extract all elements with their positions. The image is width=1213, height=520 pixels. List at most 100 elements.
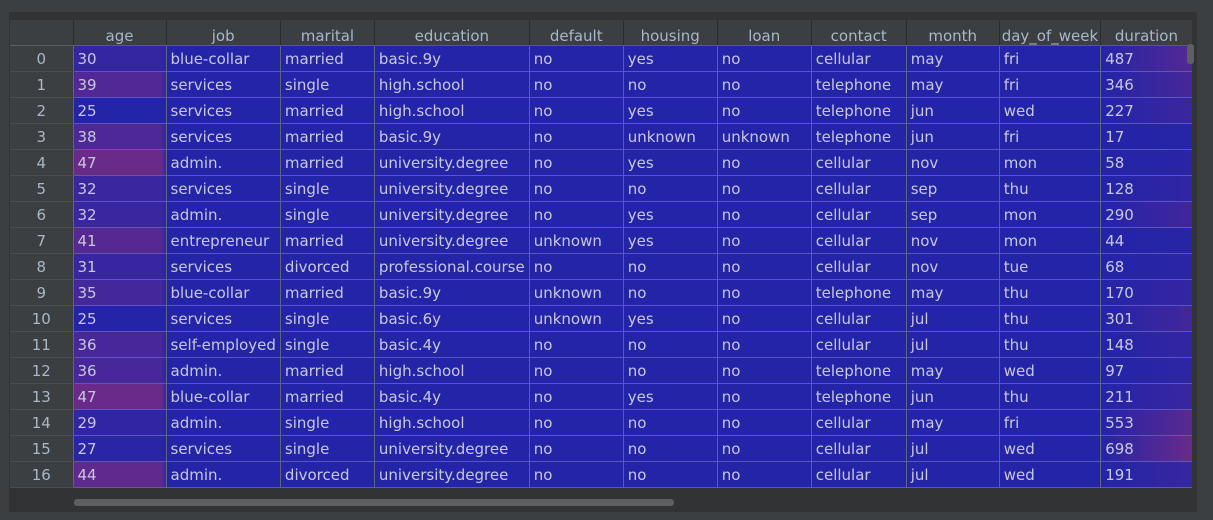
- table-row[interactable]: 8 31 services divorced professional.course no…: [10, 253, 1192, 280]
- cell-contact[interactable]: telephone: [810, 97, 907, 124]
- cell-marital[interactable]: single: [279, 201, 375, 228]
- cell-education[interactable]: university.degree: [373, 201, 530, 228]
- cell-loan[interactable]: no: [716, 227, 812, 254]
- table-row[interactable]: 11 36 self-employed single basic.4y no no no cel…: [10, 331, 1192, 358]
- row-index[interactable]: 15: [10, 435, 73, 462]
- column-header-housing[interactable]: housing: [622, 20, 718, 46]
- cell-education[interactable]: university.degree: [373, 175, 530, 202]
- cell-contact[interactable]: telephone: [810, 123, 907, 150]
- cell-day-of-week[interactable]: thu: [998, 175, 1101, 202]
- cell-month[interactable]: may: [905, 357, 1000, 384]
- cell-housing[interactable]: yes: [622, 383, 718, 410]
- cell-day-of-week[interactable]: mon: [998, 201, 1101, 228]
- cell-contact[interactable]: cellular: [810, 201, 907, 228]
- cell-education[interactable]: high.school: [373, 357, 530, 384]
- cell-contact[interactable]: telephone: [810, 71, 907, 98]
- cell-duration[interactable]: 68: [1100, 253, 1192, 280]
- cell-month[interactable]: nov: [905, 253, 1000, 280]
- cell-month[interactable]: may: [905, 71, 1000, 98]
- cell-job[interactable]: services: [165, 123, 281, 150]
- cell-marital[interactable]: single: [279, 435, 375, 462]
- cell-default[interactable]: no: [528, 175, 624, 202]
- cell-marital[interactable]: married: [279, 279, 375, 306]
- column-header-contact[interactable]: contact: [810, 20, 907, 46]
- cell-month[interactable]: sep: [905, 201, 1000, 228]
- cell-month[interactable]: jul: [905, 435, 1000, 462]
- cell-default[interactable]: no: [528, 149, 624, 176]
- cell-month[interactable]: may: [905, 279, 1000, 306]
- cell-marital[interactable]: married: [279, 149, 375, 176]
- cell-default[interactable]: no: [528, 409, 624, 436]
- cell-job[interactable]: admin.: [165, 149, 281, 176]
- table-row[interactable]: 12 36 admin. married high.school no no no teleph…: [10, 357, 1192, 384]
- cell-marital[interactable]: single: [279, 71, 375, 98]
- cell-day-of-week[interactable]: tue: [998, 253, 1101, 280]
- cell-age[interactable]: 30: [72, 45, 166, 72]
- table-row[interactable]: 10 25 services single basic.6y unknown yes no ce…: [10, 305, 1192, 332]
- cell-duration[interactable]: 44: [1100, 227, 1192, 254]
- cell-job[interactable]: admin.: [165, 461, 281, 488]
- cell-job[interactable]: admin.: [165, 409, 281, 436]
- cell-marital[interactable]: married: [279, 383, 375, 410]
- cell-housing[interactable]: yes: [622, 45, 718, 72]
- table-row[interactable]: 0 30 blue-collar married basic.9y no yes no cell…: [10, 45, 1192, 72]
- column-header-marital[interactable]: marital: [279, 20, 375, 46]
- cell-contact[interactable]: cellular: [810, 435, 907, 462]
- cell-duration[interactable]: 17: [1100, 123, 1192, 150]
- cell-loan[interactable]: no: [716, 357, 812, 384]
- cell-duration[interactable]: 227: [1100, 97, 1192, 124]
- index-header[interactable]: [10, 20, 73, 46]
- cell-loan[interactable]: no: [716, 409, 812, 436]
- cell-duration[interactable]: 148: [1100, 331, 1192, 358]
- row-index[interactable]: 7: [10, 227, 73, 254]
- cell-duration[interactable]: 58: [1100, 149, 1192, 176]
- cell-loan[interactable]: no: [716, 201, 812, 228]
- cell-default[interactable]: unknown: [528, 227, 624, 254]
- cell-contact[interactable]: cellular: [810, 227, 907, 254]
- cell-month[interactable]: sep: [905, 175, 1000, 202]
- cell-education[interactable]: basic.6y: [373, 305, 530, 332]
- cell-contact[interactable]: cellular: [810, 305, 907, 332]
- cell-month[interactable]: may: [905, 409, 1000, 436]
- cell-marital[interactable]: divorced: [279, 461, 375, 488]
- row-index[interactable]: 1: [10, 71, 73, 98]
- cell-contact[interactable]: cellular: [810, 175, 907, 202]
- cell-month[interactable]: jun: [905, 383, 1000, 410]
- cell-day-of-week[interactable]: thu: [998, 279, 1101, 306]
- cell-day-of-week[interactable]: wed: [998, 435, 1101, 462]
- cell-education[interactable]: basic.4y: [373, 383, 530, 410]
- row-index[interactable]: 11: [10, 331, 73, 358]
- table-row[interactable]: 4 47 admin. married university.degree no yes no…: [10, 149, 1192, 176]
- cell-contact[interactable]: cellular: [810, 409, 907, 436]
- cell-education[interactable]: university.degree: [373, 435, 530, 462]
- cell-age[interactable]: 31: [72, 253, 166, 280]
- cell-education[interactable]: basic.9y: [373, 123, 530, 150]
- cell-loan[interactable]: unknown: [716, 123, 812, 150]
- cell-age[interactable]: 39: [72, 71, 166, 98]
- cell-default[interactable]: unknown: [528, 279, 624, 306]
- table-row[interactable]: 16 44 admin. divorced university.degree no no n…: [10, 461, 1192, 488]
- cell-loan[interactable]: no: [716, 305, 812, 332]
- cell-duration[interactable]: 211: [1100, 383, 1192, 410]
- cell-age[interactable]: 25: [72, 305, 166, 332]
- cell-duration[interactable]: 487: [1100, 45, 1192, 72]
- cell-age[interactable]: 36: [72, 331, 166, 358]
- cell-contact[interactable]: cellular: [810, 331, 907, 358]
- cell-housing[interactable]: no: [622, 175, 718, 202]
- cell-education[interactable]: high.school: [373, 409, 530, 436]
- cell-age[interactable]: 29: [72, 409, 166, 436]
- cell-marital[interactable]: married: [279, 227, 375, 254]
- table-row[interactable]: 13 47 blue-collar married basic.4y no yes no tel…: [10, 383, 1192, 410]
- column-header-education[interactable]: education: [373, 20, 530, 46]
- cell-age[interactable]: 38: [72, 123, 166, 150]
- row-index[interactable]: 13: [10, 383, 73, 410]
- cell-housing[interactable]: yes: [622, 227, 718, 254]
- cell-contact[interactable]: telephone: [810, 279, 907, 306]
- cell-day-of-week[interactable]: fri: [998, 409, 1101, 436]
- horizontal-scrollbar-thumb[interactable]: [74, 499, 674, 506]
- cell-month[interactable]: jul: [905, 331, 1000, 358]
- column-header-month[interactable]: month: [905, 20, 1000, 46]
- cell-housing[interactable]: no: [622, 461, 718, 488]
- cell-housing[interactable]: yes: [622, 201, 718, 228]
- cell-loan[interactable]: no: [716, 149, 812, 176]
